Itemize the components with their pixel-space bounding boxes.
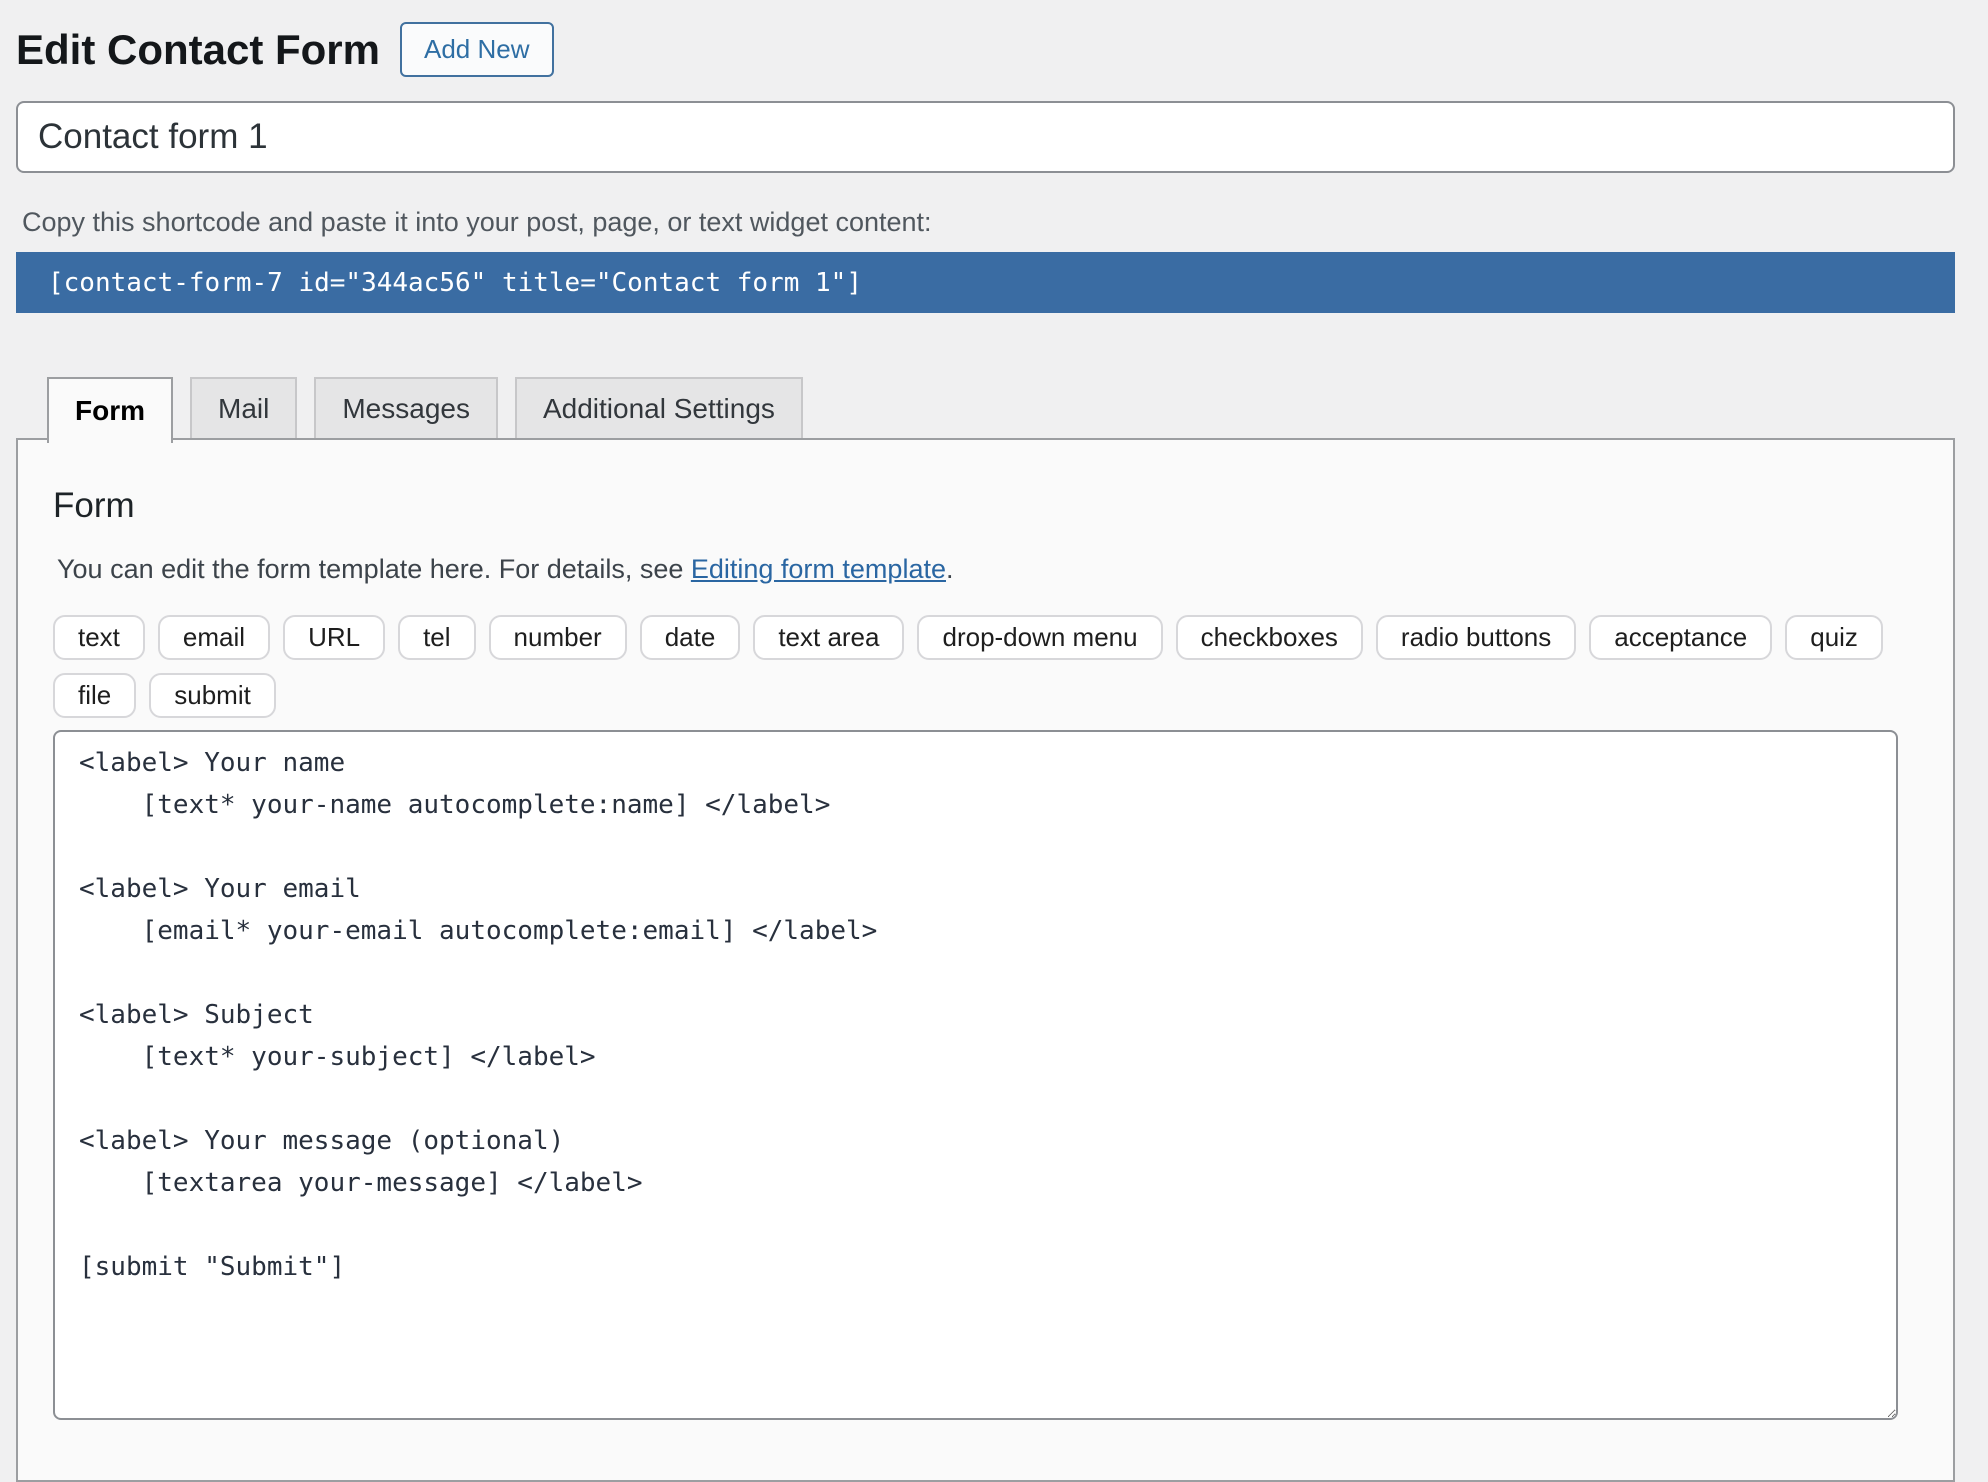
- tag-button-acceptance[interactable]: acceptance: [1589, 615, 1772, 660]
- description-text-before: You can edit the form template here. For…: [57, 554, 691, 584]
- shortcode-input[interactable]: [16, 252, 1955, 313]
- tag-button-date[interactable]: date: [640, 615, 741, 660]
- editing-form-template-link[interactable]: Editing form template: [691, 554, 946, 584]
- tag-button-text[interactable]: text: [53, 615, 145, 660]
- tag-button-checkboxes[interactable]: checkboxes: [1176, 615, 1363, 660]
- tag-button-url[interactable]: URL: [283, 615, 385, 660]
- editor-tabs: Form Mail Messages Additional Settings: [16, 377, 1955, 438]
- tag-generator-buttons: text email URL tel number date text area…: [53, 615, 1918, 718]
- tag-button-drop-down-menu[interactable]: drop-down menu: [917, 615, 1162, 660]
- page-header: Edit Contact Form Add New: [16, 22, 1955, 77]
- description-text-after: .: [946, 554, 954, 584]
- tab-additional-settings[interactable]: Additional Settings: [515, 377, 803, 438]
- form-title-input[interactable]: [16, 101, 1955, 173]
- tab-mail[interactable]: Mail: [190, 377, 297, 438]
- tag-button-email[interactable]: email: [158, 615, 270, 660]
- tag-button-text-area[interactable]: text area: [753, 615, 904, 660]
- page-title: Edit Contact Form: [16, 26, 380, 74]
- tag-button-tel[interactable]: tel: [398, 615, 475, 660]
- form-editor: Form Mail Messages Additional Settings F…: [16, 377, 1955, 1482]
- form-template-editor[interactable]: <label> Your name [text* your-name autoc…: [53, 730, 1898, 1420]
- tab-form[interactable]: Form: [47, 377, 173, 443]
- add-new-button[interactable]: Add New: [400, 22, 554, 77]
- panel-description: You can edit the form template here. For…: [57, 554, 1918, 585]
- tag-button-submit[interactable]: submit: [149, 673, 276, 718]
- tag-button-quiz[interactable]: quiz: [1785, 615, 1883, 660]
- shortcode-instruction-label: Copy this shortcode and paste it into yo…: [22, 207, 1955, 238]
- panel-heading: Form: [53, 486, 1918, 526]
- tag-button-file[interactable]: file: [53, 673, 136, 718]
- tag-button-radio-buttons[interactable]: radio buttons: [1376, 615, 1576, 660]
- form-tab-panel: Form You can edit the form template here…: [16, 438, 1955, 1482]
- edit-contact-form-page: Edit Contact Form Add New Copy this shor…: [0, 0, 1988, 1482]
- tab-messages[interactable]: Messages: [314, 377, 498, 438]
- tag-button-number[interactable]: number: [489, 615, 627, 660]
